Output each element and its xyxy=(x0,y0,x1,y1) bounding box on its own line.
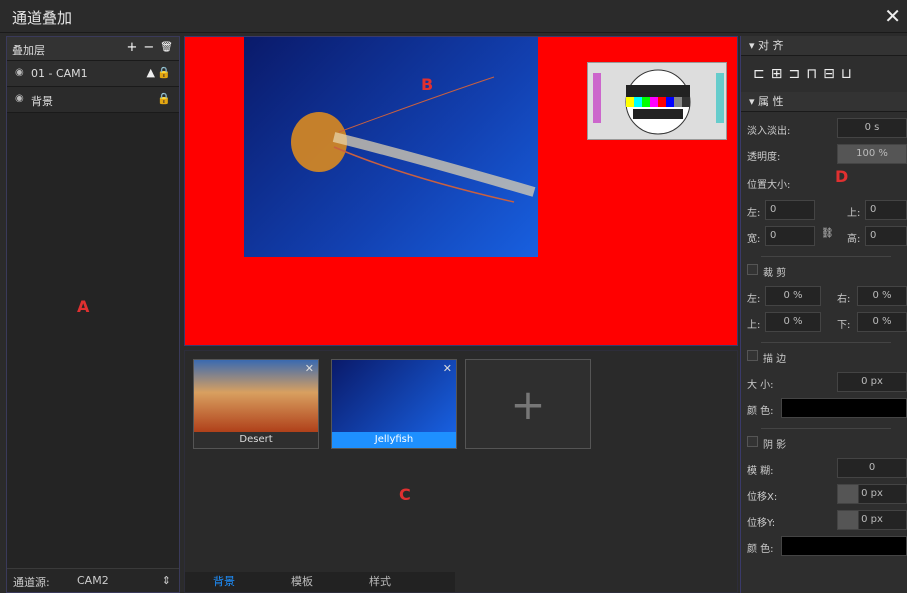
add-source-button[interactable]: + xyxy=(465,359,591,449)
align-toolbar: ⊏ ⊞ ⊐ ⊓ ⊟ ⊔ xyxy=(741,56,907,92)
top-label: 上: xyxy=(847,208,861,219)
shadow-checkbox[interactable] xyxy=(747,436,758,447)
stroke-color-swatch[interactable] xyxy=(781,398,907,418)
region-marker-c: C xyxy=(399,485,411,504)
align-left-icon[interactable]: ⊏ xyxy=(753,66,765,82)
remove-source-icon[interactable]: ✕ xyxy=(443,362,452,375)
channel-source-bar: 通道源: CAM2 ⇕ xyxy=(7,568,179,592)
top-input[interactable]: 0 xyxy=(865,200,907,220)
crop-right-input[interactable]: 0 % xyxy=(857,286,907,306)
lock-icon[interactable]: 🔒 xyxy=(157,66,171,79)
height-input[interactable]: 0 xyxy=(865,226,907,246)
layer-name: 背景 xyxy=(31,95,53,108)
channel-source-label: 通道源: xyxy=(13,576,50,589)
close-icon[interactable]: ✕ xyxy=(884,4,901,28)
preview-canvas[interactable]: B xyxy=(184,36,738,346)
left-label: 左: xyxy=(747,208,761,219)
layer-panel: 叠加层 + − 🗑 ◉ 01 - CAM1 ▲ 🔒 ◉ 背景 🔒 A 通道源: … xyxy=(6,36,180,593)
test-card-image[interactable] xyxy=(587,62,727,140)
layer-item-cam1[interactable]: ◉ 01 - CAM1 ▲ 🔒 xyxy=(7,61,179,87)
align-right-icon[interactable]: ⊐ xyxy=(788,66,800,82)
divider xyxy=(761,342,891,343)
align-middle-icon[interactable]: ⊟ xyxy=(823,66,835,82)
fade-label: 淡入淡出: xyxy=(747,126,791,137)
source-thumbnail-desert[interactable]: ✕ Desert xyxy=(193,359,319,449)
source-thumbnail-jellyfish[interactable]: ✕ Jellyfish xyxy=(331,359,457,449)
align-center-icon[interactable]: ⊞ xyxy=(771,66,783,82)
crop-bottom-input[interactable]: 0 % xyxy=(857,312,907,332)
stroke-size-input[interactable]: 0 px xyxy=(837,372,907,392)
width-input[interactable]: 0 xyxy=(765,226,815,246)
tab-template[interactable]: 模板 xyxy=(263,572,341,592)
crop-left-label: 左: xyxy=(747,294,761,305)
opacity-label: 透明度: xyxy=(747,152,781,163)
lock-icon[interactable]: 🔒 xyxy=(157,92,171,105)
left-input[interactable]: 0 xyxy=(765,200,815,220)
properties-header[interactable]: ▾ 属 性 xyxy=(741,92,907,112)
crop-bottom-label: 下: xyxy=(837,320,851,331)
jellyfish-thumb-image xyxy=(332,360,456,432)
offset-y-input[interactable]: 0 px xyxy=(837,510,907,530)
remove-source-icon[interactable]: ✕ xyxy=(305,362,314,375)
fade-input[interactable]: 0 s xyxy=(837,118,907,138)
position-size-label: 位置大小: xyxy=(747,180,791,191)
eye-icon[interactable]: ◉ xyxy=(15,93,24,104)
stroke-color-label: 颜 色: xyxy=(747,406,774,417)
stroke-label: 描 边 xyxy=(763,354,787,365)
divider xyxy=(761,428,891,429)
layer-panel-title: 叠加层 xyxy=(12,44,45,57)
region-marker-d: D xyxy=(835,167,849,186)
move-up-icon[interactable]: ▲ xyxy=(147,66,155,79)
remove-layer-button[interactable]: − xyxy=(143,40,154,55)
jellyfish-image[interactable] xyxy=(244,37,538,257)
align-bottom-icon[interactable]: ⊔ xyxy=(841,66,852,82)
tab-background[interactable]: 背景 xyxy=(185,572,263,592)
crop-right-label: 右: xyxy=(837,294,851,305)
spinner-icon[interactable]: ⇕ xyxy=(162,574,171,587)
region-marker-b: B xyxy=(421,75,434,94)
eye-icon[interactable]: ◉ xyxy=(15,67,24,78)
region-marker-a: A xyxy=(77,297,90,316)
offset-x-input[interactable]: 0 px xyxy=(837,484,907,504)
crop-checkbox[interactable] xyxy=(747,264,758,275)
layer-name: 01 - CAM1 xyxy=(31,67,88,80)
delete-layer-button[interactable]: 🗑 xyxy=(160,42,173,55)
align-header[interactable]: ▾ 对 齐 xyxy=(741,36,907,56)
layer-item-background[interactable]: ◉ 背景 🔒 xyxy=(7,87,179,113)
tab-style[interactable]: 样式 xyxy=(341,572,419,592)
add-layer-button[interactable]: + xyxy=(126,40,137,55)
title-bar: 通道叠加 ✕ xyxy=(0,0,907,33)
offset-x-label: 位移X: xyxy=(747,492,778,503)
shadow-color-swatch[interactable] xyxy=(781,536,907,556)
crop-top-label: 上: xyxy=(747,320,761,331)
background-source-panel: ✕ Desert ✕ Jellyfish + C 背景 模板 样式 xyxy=(184,350,738,593)
offset-y-label: 位移Y: xyxy=(747,518,776,529)
overlay-window: 通道叠加 ✕ 叠加层 + − 🗑 ◉ 01 - CAM1 ▲ 🔒 ◉ 背景 🔒 … xyxy=(0,0,907,593)
layer-panel-header: 叠加层 + − 🗑 xyxy=(7,37,179,61)
blur-label: 模 糊: xyxy=(747,466,774,477)
source-caption: Desert xyxy=(194,432,318,448)
crop-left-input[interactable]: 0 % xyxy=(765,286,821,306)
desert-image xyxy=(194,360,318,432)
blur-input[interactable]: 0 xyxy=(837,458,907,478)
align-top-icon[interactable]: ⊓ xyxy=(806,66,817,82)
divider xyxy=(761,256,891,257)
opacity-input[interactable]: 100 % xyxy=(837,144,907,164)
source-tabs: 背景 模板 样式 xyxy=(185,572,455,592)
crop-label: 裁 剪 xyxy=(763,268,787,279)
source-caption: Jellyfish xyxy=(332,432,456,448)
link-size-icon[interactable]: ⛓ xyxy=(821,228,834,239)
shadow-label: 阴 影 xyxy=(763,440,787,451)
properties-panel: ▾ 对 齐 ⊏ ⊞ ⊐ ⊓ ⊟ ⊔ ▾ 属 性 淡入淡出: 0 s 透明度: 1… xyxy=(740,36,907,593)
channel-source-select[interactable]: CAM2 xyxy=(77,574,109,587)
shadow-color-label: 颜 色: xyxy=(747,544,774,555)
height-label: 高: xyxy=(847,234,861,245)
window-title: 通道叠加 xyxy=(12,9,73,27)
stroke-size-label: 大 小: xyxy=(747,380,774,391)
stroke-checkbox[interactable] xyxy=(747,350,758,361)
crop-top-input[interactable]: 0 % xyxy=(765,312,821,332)
width-label: 宽: xyxy=(747,234,761,245)
